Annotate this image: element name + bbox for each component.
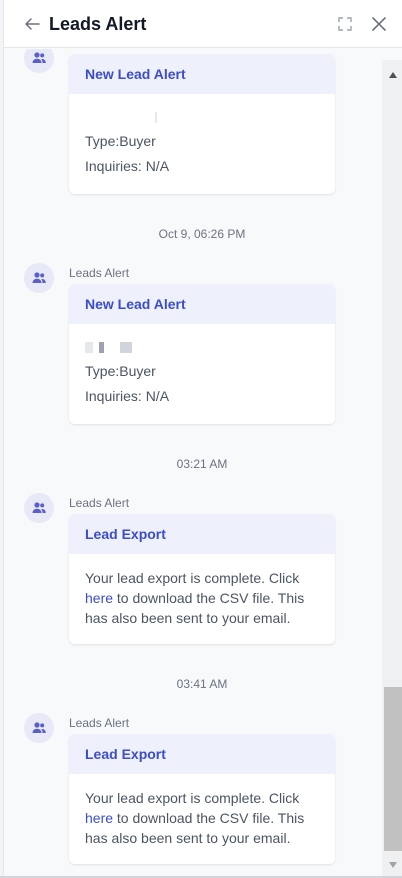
scrollbar-thumb[interactable] bbox=[384, 687, 402, 851]
redacted-name bbox=[98, 341, 104, 353]
card-title: New Lead Alert bbox=[69, 54, 335, 94]
avatar bbox=[24, 49, 54, 73]
message-card: New Lead Alert Type:Buyer Inquiries: N/A bbox=[69, 284, 335, 424]
sender-name: Leads Alert bbox=[69, 716, 130, 730]
card-title: New Lead Alert bbox=[69, 284, 335, 324]
card-title: Lead Export bbox=[69, 514, 335, 554]
users-icon bbox=[32, 52, 46, 63]
card-type: Type:Buyer bbox=[85, 363, 156, 379]
card-name-line bbox=[85, 104, 319, 129]
scroll-down-button[interactable] bbox=[387, 857, 399, 868]
card-body: Type:Buyer Inquiries: N/A bbox=[69, 94, 335, 179]
scroll-up-button[interactable] bbox=[387, 67, 399, 78]
message-card: Lead Export Your lead export is complete… bbox=[69, 734, 335, 864]
message-card: Lead Export Your lead export is complete… bbox=[69, 514, 335, 644]
card-body: Your lead export is complete. Click here… bbox=[69, 554, 335, 628]
message-feed[interactable]: New Lead Alert Type:Buyer Inquiries: N/A… bbox=[4, 49, 379, 876]
timestamp: 03:41 AM bbox=[176, 677, 228, 691]
arrow-left-icon bbox=[25, 18, 40, 30]
redacted-name bbox=[119, 341, 132, 353]
message-text-start: Your lead export is complete. Click bbox=[85, 570, 300, 586]
message-card: New Lead Alert Type:Buyer Inquiries: N/A bbox=[69, 54, 335, 194]
card-body: Type:Buyer Inquiries: N/A bbox=[69, 324, 335, 409]
redacted-name bbox=[85, 341, 93, 353]
chat-panel: Leads Alert New Lead Alert Type:Buyer In… bbox=[3, 0, 402, 876]
triangle-down-icon bbox=[389, 862, 397, 868]
card-name-line bbox=[85, 334, 319, 359]
card-title: Lead Export bbox=[69, 734, 335, 774]
card-inquiries: Inquiries: N/A bbox=[85, 158, 170, 174]
avatar bbox=[24, 713, 54, 743]
triangle-up-icon bbox=[389, 72, 397, 78]
users-icon bbox=[32, 272, 46, 283]
card-type: Type:Buyer bbox=[85, 133, 156, 149]
card-body: Your lead export is complete. Click here… bbox=[69, 774, 335, 848]
card-inquiries: Inquiries: N/A bbox=[85, 388, 170, 404]
message-text-start: Your lead export is complete. Click bbox=[85, 790, 300, 806]
close-button[interactable] bbox=[367, 12, 391, 36]
message-text-end: to download the CSV file. This has also … bbox=[85, 810, 305, 846]
back-button[interactable] bbox=[20, 12, 44, 36]
message-text-end: to download the CSV file. This has also … bbox=[85, 590, 305, 626]
panel-header: Leads Alert bbox=[4, 0, 402, 48]
expand-button[interactable] bbox=[334, 13, 356, 35]
users-icon bbox=[32, 722, 46, 733]
expand-icon bbox=[338, 17, 352, 31]
timestamp: 03:21 AM bbox=[176, 457, 228, 471]
download-link[interactable]: here bbox=[85, 590, 113, 606]
avatar bbox=[24, 263, 54, 293]
card-message: Your lead export is complete. Click here… bbox=[85, 784, 319, 848]
sender-name: Leads Alert bbox=[69, 496, 130, 510]
card-message: Your lead export is complete. Click here… bbox=[85, 564, 319, 628]
download-link[interactable]: here bbox=[85, 810, 113, 826]
close-icon bbox=[372, 17, 386, 31]
timestamp: Oct 9, 06:26 PM bbox=[158, 227, 246, 241]
avatar bbox=[24, 493, 54, 523]
users-icon bbox=[32, 502, 46, 513]
sender-name: Leads Alert bbox=[69, 266, 130, 280]
redacted-name bbox=[155, 111, 157, 123]
page-title: Leads Alert bbox=[49, 14, 147, 34]
